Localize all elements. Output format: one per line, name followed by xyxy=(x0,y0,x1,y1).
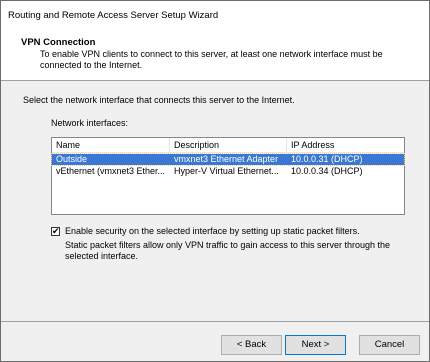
wizard-window: Routing and Remote Access Server Setup W… xyxy=(0,0,430,362)
window-title: Routing and Remote Access Server Setup W… xyxy=(8,10,219,21)
footer-divider xyxy=(1,321,429,322)
title-bar[interactable]: Routing and Remote Access Server Setup W… xyxy=(1,1,429,29)
list-header: Name Description IP Address xyxy=(52,138,404,153)
list-item[interactable]: vEthernet (vmxnet3 Ether... Hyper-V Virt… xyxy=(52,166,404,177)
cancel-button[interactable]: Cancel xyxy=(359,335,420,355)
network-interfaces-label: Network interfaces: xyxy=(51,118,129,128)
cell-name: vEthernet (vmxnet3 Ether... xyxy=(56,166,166,176)
cell-name: Outside xyxy=(56,154,88,164)
security-description: Static packet filters allow only VPN tra… xyxy=(65,240,390,261)
enable-security-label[interactable]: Enable security on the selected interfac… xyxy=(65,226,360,236)
page-title: VPN Connection xyxy=(21,37,96,48)
network-interfaces-list[interactable]: Name Description IP Address Outside vmxn… xyxy=(51,137,405,215)
cell-description: Hyper-V Virtual Ethernet... xyxy=(174,166,279,176)
enable-security-checkbox[interactable]: ✔ xyxy=(51,227,60,236)
back-button[interactable]: < Back xyxy=(221,335,282,355)
column-header-description[interactable]: Description xyxy=(170,138,287,152)
page-description: To enable VPN clients to connect to this… xyxy=(40,49,383,70)
column-header-ip-address[interactable]: IP Address xyxy=(287,138,404,152)
instruction-text: Select the network interface that connec… xyxy=(23,95,295,105)
wizard-header: VPN Connection To enable VPN clients to … xyxy=(1,29,429,81)
cell-ip-address: 10.0.0.31 (DHCP) xyxy=(291,154,363,164)
list-item[interactable]: Outside vmxnet3 Ethernet Adapter 10.0.0.… xyxy=(51,153,405,166)
column-header-name[interactable]: Name xyxy=(52,138,170,152)
cell-ip-address: 10.0.0.34 (DHCP) xyxy=(291,166,363,176)
next-button[interactable]: Next > xyxy=(285,335,346,355)
cell-description: vmxnet3 Ethernet Adapter xyxy=(174,154,279,164)
